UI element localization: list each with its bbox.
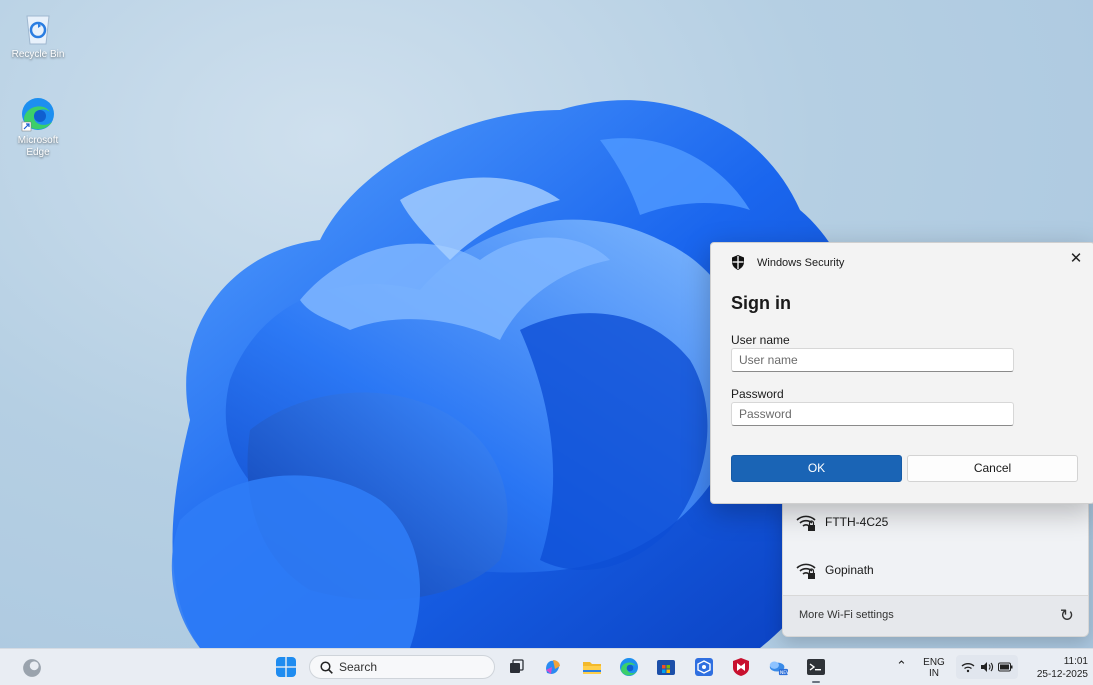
wifi-network-item[interactable]: FTTH-4C25 [795, 512, 888, 532]
clock[interactable]: 11:01 25-12-2025 [1026, 655, 1088, 681]
sign-in-dialog: Windows Security ✕ Sign in User name Pas… [710, 242, 1093, 504]
terminal-icon[interactable] [806, 657, 826, 677]
task-view-icon[interactable] [506, 657, 526, 677]
start-icon[interactable] [276, 657, 296, 677]
taskbar-search-box[interactable]: Search [309, 655, 495, 679]
refresh-icon[interactable]: ↻ [1060, 606, 1074, 626]
wifi-network-name: FTTH-4C25 [825, 515, 889, 529]
close-icon[interactable]: ✕ [1066, 249, 1086, 269]
weather-icon[interactable]: NEW [768, 657, 788, 677]
file-explorer-icon[interactable] [582, 657, 602, 677]
mcafee-icon[interactable] [731, 657, 751, 677]
widgets-icon[interactable] [22, 658, 42, 678]
terminal-running-indicator [812, 681, 820, 683]
wifi-icon [961, 663, 975, 673]
password-input[interactable] [731, 402, 1014, 426]
clock-date: 25-12-2025 [1036, 669, 1088, 680]
dialog-app-name: Windows Security [757, 256, 845, 269]
wifi-flyout: FTTH-4C25 Gopinath More Wi-Fi settings ↻ [782, 502, 1089, 637]
wifi-network-item[interactable]: Gopinath [795, 560, 874, 580]
battery-icon [998, 662, 1013, 672]
language-region: IN [929, 668, 939, 679]
wifi-network-name: Gopinath [825, 563, 874, 577]
language-indicator[interactable]: ENG IN [922, 657, 946, 679]
svg-text:NEW: NEW [780, 670, 788, 676]
taskbar: Search NEW [0, 648, 1093, 685]
wifi-secured-icon [796, 563, 816, 579]
dialog-title: Sign in [731, 293, 791, 313]
store-icon[interactable] [656, 657, 676, 677]
desktop-icon-edge[interactable]: Microsoft Edge [6, 96, 70, 159]
dialog-header: Windows Security [731, 255, 844, 270]
show-hidden-icons-chevron[interactable]: ⌃ [896, 658, 907, 674]
more-wifi-settings-link[interactable]: More Wi-Fi settings [799, 609, 894, 621]
desktop-icon-label: Microsoft Edge [17, 135, 59, 158]
username-input[interactable] [731, 348, 1014, 372]
search-label: Search [339, 660, 378, 674]
volume-icon [980, 662, 993, 672]
desktop-icon-label: Recycle Bin [11, 49, 65, 60]
password-label: Password [731, 387, 784, 401]
edge-icon [21, 98, 54, 132]
clock-time: 11:01 [1063, 656, 1088, 667]
shield-icon [732, 255, 744, 270]
copilot-icon[interactable] [543, 657, 563, 677]
language-code: ENG [923, 657, 945, 668]
vscode-icon[interactable] [694, 657, 714, 677]
wifi-secured-icon [796, 515, 816, 531]
search-icon [320, 660, 333, 674]
desktop-icon-recycle-bin[interactable]: Recycle Bin [6, 10, 70, 61]
recycle-bin-icon [26, 15, 50, 45]
wifi-flyout-footer: More Wi-Fi settings ↻ [783, 595, 1088, 636]
quick-settings-group[interactable] [956, 655, 1018, 679]
cancel-button[interactable]: Cancel [907, 455, 1078, 482]
username-label: User name [731, 333, 790, 347]
edge-icon[interactable] [619, 657, 639, 677]
ok-button[interactable]: OK [731, 455, 902, 482]
